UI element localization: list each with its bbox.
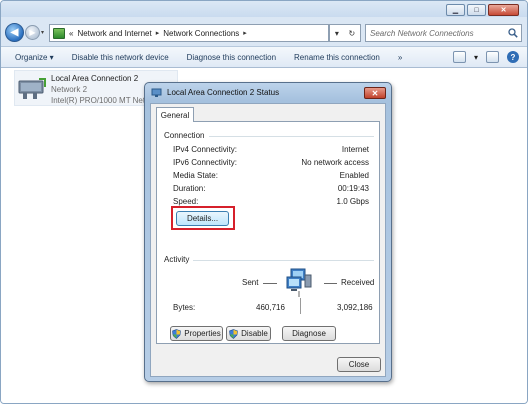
media-state-row: Media State: Enabled <box>173 171 369 182</box>
ipv6-label: IPv6 Connectivity: <box>173 158 238 167</box>
bytes-label: Bytes: <box>173 303 196 312</box>
speed-value: 1.0 Gbps <box>336 197 369 206</box>
maximize-button[interactable]: □ <box>467 4 486 16</box>
arrow-left-icon: ◀ <box>10 27 19 38</box>
connection-group-label: Connection <box>164 131 205 140</box>
properties-label: Properties <box>184 329 221 338</box>
ipv6-value: No network access <box>301 158 369 167</box>
duration-label: Duration: <box>173 184 206 193</box>
disable-button[interactable]: Disable <box>226 326 271 341</box>
more-commands-chevron[interactable]: » <box>398 53 402 62</box>
received-line <box>324 283 337 284</box>
breadcrumb-separator[interactable]: ▸ <box>156 29 160 37</box>
ipv4-label: IPv4 Connectivity: <box>173 145 238 154</box>
ipv4-connectivity-row: IPv4 Connectivity: Internet <box>173 145 369 156</box>
shield-icon <box>229 328 238 339</box>
close-window-button[interactable]: ✕ <box>488 4 519 16</box>
general-panel: Connection IPv4 Connectivity: Internet I… <box>156 121 380 344</box>
organize-menu[interactable]: Organize ▾ <box>15 53 54 62</box>
ipv6-connectivity-row: IPv6 Connectivity: No network access <box>173 158 369 169</box>
recent-pages-dropdown[interactable]: ▾ <box>41 29 44 36</box>
address-row: ◀ ▶ ▾ « Network and Internet ▸ Network C… <box>1 21 527 45</box>
breadcrumb-network-and-internet[interactable]: Network and Internet <box>77 29 151 38</box>
breadcrumb-overflow[interactable]: « <box>69 29 73 38</box>
arrow-right-icon: ▶ <box>29 28 36 37</box>
group-divider <box>209 136 374 137</box>
diagnose-connection-button[interactable]: Diagnose this connection <box>187 53 276 62</box>
connection-item-text: Local Area Connection 2 Network 2 Intel(… <box>51 73 151 106</box>
connection-network: Network 2 <box>51 85 88 94</box>
dialog-body: General Connection IPv4 Connectivity: In… <box>150 103 386 377</box>
activity-group-label: Activity <box>164 255 190 264</box>
window-controls: ▁ □ ✕ <box>446 4 519 16</box>
dialog-title: Local Area Connection 2 Status <box>167 88 280 97</box>
back-button[interactable]: ◀ <box>5 23 24 42</box>
disable-device-button[interactable]: Disable this network device <box>72 53 169 62</box>
breadcrumb-separator[interactable]: ▸ <box>243 29 247 37</box>
duration-row: Duration: 00:19:43 <box>173 184 369 195</box>
help-icon[interactable]: ? <box>507 51 519 63</box>
address-actions: ▾ ↻ <box>329 24 361 42</box>
address-bar[interactable]: « Network and Internet ▸ Network Connect… <box>49 24 329 42</box>
tab-general[interactable]: General <box>156 107 194 122</box>
bytes-divider <box>300 298 301 314</box>
media-state-value: Enabled <box>339 171 369 180</box>
control-panel-icon <box>53 27 65 39</box>
sent-line <box>263 283 277 284</box>
dialog-title-bar[interactable]: Local Area Connection 2 Status <box>151 87 279 98</box>
search-input[interactable]: Search Network Connections <box>365 24 522 42</box>
details-button[interactable]: Details... <box>176 211 229 226</box>
duration-value: 00:19:43 <box>337 184 369 193</box>
command-bar: Organize ▾ Disable this network device D… <box>1 46 527 68</box>
connection-name: Local Area Connection 2 <box>51 74 139 83</box>
change-view-icon[interactable] <box>452 51 466 63</box>
refresh-icon[interactable]: ↻ <box>348 29 355 38</box>
diagnose-button[interactable]: Diagnose <box>282 326 336 341</box>
status-dialog: Local Area Connection 2 Status ✕ General… <box>144 82 392 382</box>
received-label: Received <box>341 278 375 287</box>
properties-button[interactable]: Properties <box>170 326 223 341</box>
speed-label: Speed: <box>173 197 199 206</box>
network-computers-icon <box>286 268 312 297</box>
media-state-label: Media State: <box>173 171 218 180</box>
toolbar-right: ▾ ? <box>452 51 519 63</box>
breadcrumb-network-connections[interactable]: Network Connections <box>163 29 239 38</box>
dialog-close-button[interactable]: ✕ <box>364 87 386 99</box>
search-icon[interactable] <box>508 28 518 38</box>
bytes-sent-value: 460,716 <box>256 303 285 312</box>
ipv4-value: Internet <box>341 145 369 154</box>
network-adapter-icon <box>18 78 46 99</box>
forward-button[interactable]: ▶ <box>25 25 40 40</box>
preview-pane-icon[interactable] <box>486 51 499 63</box>
shield-icon <box>172 328 182 339</box>
view-options-dropdown[interactable]: ▾ <box>474 53 478 62</box>
close-button[interactable]: Close <box>337 357 381 372</box>
connection-adapter: Intel(R) PRO/1000 MT Netw <box>51 96 151 105</box>
group-divider <box>193 260 374 261</box>
sent-label: Sent <box>242 278 259 287</box>
minimize-button[interactable]: ▁ <box>446 4 465 16</box>
network-status-icon <box>151 88 162 97</box>
search-placeholder: Search Network Connections <box>370 28 474 38</box>
rename-connection-button[interactable]: Rename this connection <box>294 53 380 62</box>
disable-label: Disable <box>241 329 268 338</box>
address-dropdown[interactable]: ▾ <box>335 29 339 38</box>
bytes-received-value: 3,092,186 <box>337 303 373 312</box>
